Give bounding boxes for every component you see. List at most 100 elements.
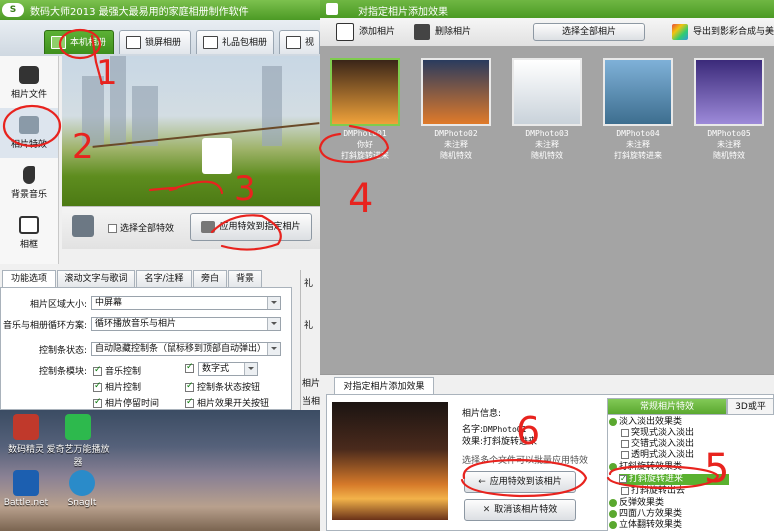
tshirt-image [202, 138, 232, 174]
photo-gallery: DMPhoto01 你好 打斜旋转进来 DMPhoto02 未注释 随机特效 D… [320, 46, 774, 374]
ctrlbar-state-label: 控制条状态: [38, 346, 87, 356]
loop-plan-label: 音乐与相册循环方案: [2, 321, 87, 331]
dialog-icon [326, 3, 338, 15]
add-photo-icon [336, 22, 354, 41]
photo-thumb-3[interactable]: DMPhoto03 未注释 随机特效 [512, 58, 582, 161]
album-type-tabs: 本机相册 锁屏相册 礼品包相册 视 [0, 20, 320, 56]
loop-plan-select[interactable]: 循环播放音乐与相片 [91, 317, 281, 331]
sidebar-item-photo-files[interactable]: 相片文件 [0, 58, 58, 108]
tab-video-album[interactable]: 视 [279, 30, 320, 54]
area-size-select[interactable]: 中屏幕 [91, 296, 281, 310]
photo-thumb-4[interactable]: DMPhoto04 未注释 打斜旋转进来 [603, 58, 673, 161]
photo-image [330, 58, 400, 126]
title-bar: S 数码大师2013 最强大最易用的家庭相册制作软件 [0, 0, 320, 20]
digital-style-checkbox[interactable] [185, 362, 197, 374]
monitor-icon [126, 36, 141, 49]
expand-icon [609, 509, 617, 518]
tab-background[interactable]: 背景 [228, 270, 262, 288]
photo-thumb-5[interactable]: DMPhoto05 未注释 随机特效 [694, 58, 764, 161]
select-all-photos-button[interactable]: 选择全部相片 [533, 23, 645, 41]
tab-function-options[interactable]: 功能选项 [2, 270, 56, 288]
function-sidebar: 相片文件 相片特效 背景音乐 相框 [0, 56, 59, 264]
film-icon [286, 36, 301, 49]
tree-item-slant-rotate-in[interactable]: ✓ 打斜旋转进来 [619, 474, 729, 485]
app-logo: S [2, 3, 24, 17]
tree-item-transparent-fade[interactable]: 透明式淡入淡出 [621, 450, 694, 461]
battlenet-icon [13, 470, 39, 496]
sidebar-item-frame[interactable]: 相框 [0, 208, 58, 258]
function-options-panel: 相片区域大小: 中屏幕 音乐与相册循环方案: 循环播放音乐与相片 控制条状态: … [0, 287, 292, 410]
preview-toolbar: 选择全部特效 应用特效到指定相片 [62, 206, 320, 249]
picture-frame-icon [19, 216, 39, 234]
tree-group-all-directions[interactable]: 四面八方效果类 [609, 509, 682, 520]
tree-group-fade[interactable]: 淡入淡出效果类 [609, 417, 682, 428]
tab-3d-effects[interactable]: 3D或平 [727, 398, 774, 415]
add-photo-button[interactable]: 添加相片 [336, 22, 395, 42]
photo-effect-switch-checkbox[interactable]: 相片效果开关按钮 [185, 396, 269, 409]
ctrlbar-state-button-checkbox[interactable]: 控制条状态按钮 [185, 380, 260, 393]
collapse-icon [609, 462, 617, 471]
photo-stay-time-checkbox[interactable]: 相片停留时间 [93, 396, 159, 409]
photo-image [421, 58, 491, 126]
tree-item-slant-rotate-out[interactable]: 打斜旋转出去 [621, 486, 685, 497]
tab-name-notes[interactable]: 名字/注释 [136, 270, 192, 288]
close-icon: ✕ [482, 505, 491, 515]
tab-narration[interactable]: 旁白 [193, 270, 227, 288]
tree-item-sudden-fade[interactable]: 突现式淡入淡出 [621, 428, 694, 439]
photo-preview [62, 56, 320, 206]
sidebar-item-photo-effects[interactable]: 相片特效 [0, 108, 58, 158]
tab-regular-effects[interactable]: 常规相片特效 [607, 398, 727, 415]
tree-group-slant-rotate[interactable]: 打斜旋转效果类 [609, 462, 682, 473]
camera-icon [19, 66, 39, 84]
player-icon [65, 414, 91, 440]
album-icon [51, 36, 66, 49]
strip-text-2: 礼 [304, 321, 314, 331]
expand-icon [609, 498, 617, 507]
options-tabs: 功能选项 滚动文字与歌词 名字/注释 旁白 背景 [0, 270, 300, 288]
main-app-window: S 数码大师2013 最强大最易用的家庭相册制作软件 本机相册 锁屏相册 礼品包… [0, 0, 320, 410]
strip-text-1: 礼 [304, 279, 314, 289]
photo-control-checkbox[interactable]: 相片控制 [93, 380, 141, 393]
photo-thumb-1[interactable]: DMPhoto01 你好 打斜旋转进来 [330, 58, 400, 161]
export-button[interactable]: 导出到影彩合成与美 [672, 22, 774, 42]
dialog-title: 对指定相片添加效果 [358, 7, 448, 18]
dialog-title-bar: 对指定相片添加效果 [320, 0, 774, 18]
ctrlbar-state-select[interactable]: 自动隐藏控制条（鼠标移到顶部自动弹出） [91, 342, 281, 356]
side-panel-strip: 礼 礼 相片 当相 [300, 270, 320, 410]
ctrlbar-module-label: 控制条模块: [38, 367, 87, 377]
trash-icon [414, 23, 430, 40]
desktop-icon-snagit[interactable]: SnagIt [50, 470, 114, 508]
desktop-background: 数码精灵 爱奇艺万能播放器 Battle.net SnagIt [0, 410, 320, 531]
dialog-toolbar: 添加相片 删除相片 选择全部相片 导出到影彩合成与美 [320, 18, 774, 47]
select-all-effects-checkbox[interactable]: 选择全部特效 [108, 221, 174, 234]
effects-icon[interactable] [72, 215, 94, 237]
strip-text-4: 当相 [302, 397, 320, 407]
tab-lockscreen-album[interactable]: 锁屏相册 [119, 30, 191, 54]
tree-item-interleave-fade[interactable]: 交错式淡入淡出 [621, 439, 694, 450]
app-icon [13, 414, 39, 440]
delete-photo-button[interactable]: 删除相片 [414, 22, 471, 42]
sidebar-item-background-music[interactable]: 背景音乐 [0, 158, 58, 208]
strip-text-3: 相片 [302, 379, 320, 389]
photo-image [512, 58, 582, 126]
music-note-icon [23, 166, 35, 184]
area-size-label: 相片区域大小: [29, 300, 87, 310]
chevron-down-icon [267, 343, 280, 355]
chevron-down-icon [244, 363, 257, 375]
apply-effect-to-this-photo-button[interactable]: ← 应用特效到该相片 [464, 471, 576, 493]
apply-effect-to-photo-button[interactable]: 应用特效到指定相片 [190, 213, 312, 241]
tab-scroll-text-lyrics[interactable]: 滚动文字与歌词 [57, 270, 135, 288]
tree-group-3d-flip[interactable]: 立体翻转效果类 [609, 520, 682, 531]
desktop-icon-iqiyi[interactable]: 爱奇艺万能播放器 [46, 414, 110, 468]
music-control-checkbox[interactable]: 音乐控制 [93, 364, 141, 377]
photo-image [694, 58, 764, 126]
snagit-icon [69, 470, 95, 496]
tab-gift-album[interactable]: 礼品包相册 [196, 30, 274, 54]
photo-thumb-2[interactable]: DMPhoto02 未注释 随机特效 [421, 58, 491, 161]
cancel-photo-effect-button[interactable]: ✕ 取消该相片特效 [464, 499, 576, 521]
digital-style-select[interactable]: 数字式 [198, 362, 258, 376]
apply-icon [201, 220, 216, 233]
tree-group-bounce[interactable]: 反弹效果类 [609, 498, 664, 509]
tab-local-album[interactable]: 本机相册 [44, 30, 114, 54]
tab-add-effect[interactable]: 对指定相片添加效果 [334, 377, 434, 395]
